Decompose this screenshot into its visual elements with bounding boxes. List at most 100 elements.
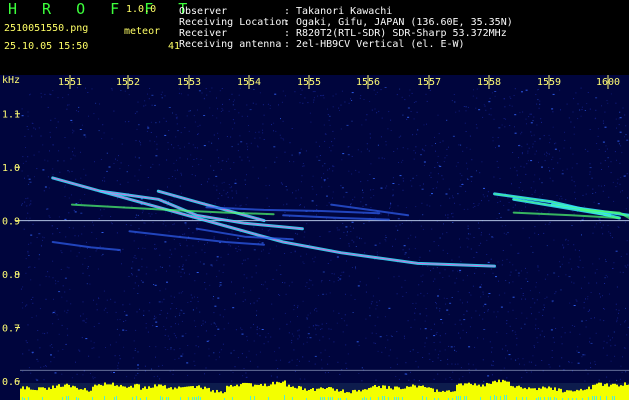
baseline-bar	[94, 384, 96, 400]
noise-speckle	[618, 118, 620, 120]
noise-speckle	[232, 307, 235, 309]
noise-speckle	[437, 357, 439, 359]
baseline-bar	[386, 388, 388, 400]
noise-speckle	[376, 301, 378, 303]
noise-speckle	[442, 249, 444, 251]
noise-speckle	[342, 222, 344, 224]
noise-speckle	[119, 168, 121, 170]
noise-speckle	[152, 163, 154, 165]
noise-speckle	[331, 273, 333, 275]
noise-speckle	[85, 174, 87, 176]
noise-speckle	[420, 328, 422, 330]
noise-speckle	[466, 147, 468, 149]
noise-speckle	[467, 225, 469, 227]
noise-speckle	[143, 105, 145, 107]
noise-speckle	[273, 130, 274, 132]
noise-speckle	[393, 151, 395, 152]
noise-speckle	[139, 142, 141, 144]
noise-speckle	[526, 163, 528, 165]
noise-speckle	[255, 103, 257, 105]
noise-speckle	[108, 166, 111, 168]
noise-speckle	[534, 140, 536, 142]
noise-speckle	[154, 104, 156, 106]
noise-speckle	[104, 180, 106, 182]
noise-speckle	[385, 144, 387, 146]
noise-speckle	[252, 102, 254, 104]
noise-speckle	[360, 201, 362, 203]
noise-speckle	[498, 127, 501, 129]
noise-speckle	[21, 108, 23, 110]
noise-speckle	[117, 365, 119, 367]
noise-speckle	[167, 142, 169, 144]
noise-speckle	[619, 183, 621, 185]
noise-speckle	[349, 225, 351, 227]
noise-speckle	[609, 232, 611, 234]
noise-speckle	[494, 95, 496, 97]
noise-speckle	[189, 110, 191, 112]
baseline-bar	[564, 391, 566, 400]
baseline-bar	[30, 389, 32, 400]
noise-speckle	[350, 231, 352, 232]
noise-speckle	[402, 159, 404, 161]
noise-speckle	[452, 135, 455, 137]
noise-speckle	[370, 303, 372, 305]
noise-speckle	[199, 261, 201, 263]
noise-speckle	[543, 304, 545, 306]
noise-speckle	[207, 242, 208, 244]
noise-speckle	[518, 187, 520, 189]
noise-speckle	[230, 352, 232, 354]
noise-speckle	[158, 164, 160, 166]
noise-speckle	[415, 146, 417, 148]
noise-speckle	[447, 217, 449, 219]
noise-speckle	[39, 308, 41, 310]
noise-speckle	[306, 337, 308, 339]
noise-speckle	[397, 229, 399, 231]
noise-speckle	[259, 137, 261, 139]
noise-speckle	[396, 331, 398, 333]
noise-speckle	[404, 99, 406, 101]
noise-speckle	[70, 303, 72, 305]
noise-speckle	[576, 163, 578, 165]
noise-speckle	[481, 200, 482, 202]
noise-speckle	[456, 277, 458, 279]
noise-speckle	[181, 335, 184, 337]
noise-speckle	[598, 218, 599, 220]
baseline-bar	[176, 388, 178, 400]
noise-speckle	[299, 204, 301, 206]
noise-speckle	[235, 293, 236, 295]
noise-speckle	[624, 321, 626, 323]
baseline-bar	[230, 384, 232, 400]
noise-speckle	[298, 189, 299, 191]
noise-speckle	[89, 283, 91, 285]
baseline-bar	[220, 391, 222, 400]
noise-speckle	[560, 109, 561, 111]
noise-speckle	[497, 202, 499, 204]
noise-speckle	[79, 199, 81, 201]
noise-speckle	[332, 165, 334, 167]
noise-speckle	[450, 346, 453, 348]
noise-speckle	[532, 120, 534, 122]
noise-speckle	[258, 258, 260, 260]
noise-speckle	[175, 136, 177, 138]
noise-speckle	[399, 224, 401, 226]
noise-speckle	[398, 378, 400, 380]
noise-speckle	[469, 148, 471, 150]
noise-speckle	[424, 328, 427, 330]
noise-speckle	[559, 150, 560, 152]
noise-speckle	[211, 87, 213, 89]
noise-speckle	[574, 249, 576, 251]
noise-speckle	[538, 215, 540, 217]
noise-speckle	[582, 354, 585, 356]
noise-speckle	[174, 170, 176, 172]
x-tick-label-1600: 1600	[596, 77, 620, 88]
noise-speckle	[573, 133, 575, 135]
noise-speckle	[159, 121, 161, 123]
noise-speckle	[252, 166, 254, 168]
noise-speckle	[625, 208, 627, 210]
noise-speckle	[402, 180, 404, 182]
noise-speckle	[385, 141, 387, 143]
noise-speckle	[135, 214, 137, 216]
noise-speckle	[182, 353, 184, 355]
noise-speckle	[254, 137, 256, 139]
noise-speckle	[535, 328, 536, 330]
